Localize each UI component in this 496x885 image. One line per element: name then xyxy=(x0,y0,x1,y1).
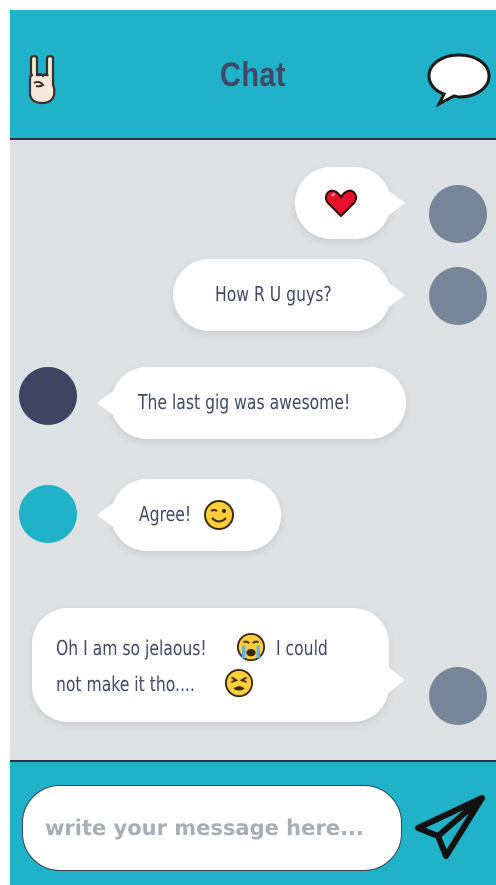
message-line-2: not make it tho.... xyxy=(56,668,376,698)
avatar[interactable] xyxy=(429,267,487,325)
avatar[interactable] xyxy=(19,485,77,543)
message-text: I could xyxy=(276,636,328,660)
message-text: Agree! xyxy=(139,502,192,526)
message-bubble-1[interactable] xyxy=(295,167,405,239)
message-input-wrapper xyxy=(22,785,402,871)
composer xyxy=(10,760,496,885)
avatar[interactable] xyxy=(429,667,487,725)
message-input[interactable] xyxy=(23,786,401,870)
message-line-1: Oh I am so jelaous! I could xyxy=(56,632,376,662)
speech-bubble-icon[interactable] xyxy=(426,50,492,108)
page-title: Chat xyxy=(220,56,286,94)
winking-face-icon xyxy=(204,500,234,530)
message-text: The last gig was awesome! xyxy=(138,390,351,414)
avatar[interactable] xyxy=(19,367,77,425)
message-bubble-5[interactable]: Oh I am so jelaous! I could not make it … xyxy=(32,608,405,722)
tired-face-icon xyxy=(224,668,254,698)
crying-face-icon xyxy=(236,632,266,662)
message-bubble-2[interactable]: How R U guys? xyxy=(173,259,405,331)
paper-plane-icon[interactable] xyxy=(414,794,486,860)
message-bubble-4[interactable]: Agree! xyxy=(97,479,281,551)
chat-app: Chat How R U guys? The last gig was awes… xyxy=(10,10,496,885)
message-bubble-3[interactable]: The last gig was awesome! xyxy=(97,367,406,439)
avatar[interactable] xyxy=(429,185,487,243)
header: Chat xyxy=(10,10,496,140)
heart-icon xyxy=(325,189,357,218)
message-text: not make it tho.... xyxy=(56,672,195,696)
message-text: How R U guys? xyxy=(215,282,332,306)
message-text: Oh I am so jelaous! xyxy=(56,636,207,660)
